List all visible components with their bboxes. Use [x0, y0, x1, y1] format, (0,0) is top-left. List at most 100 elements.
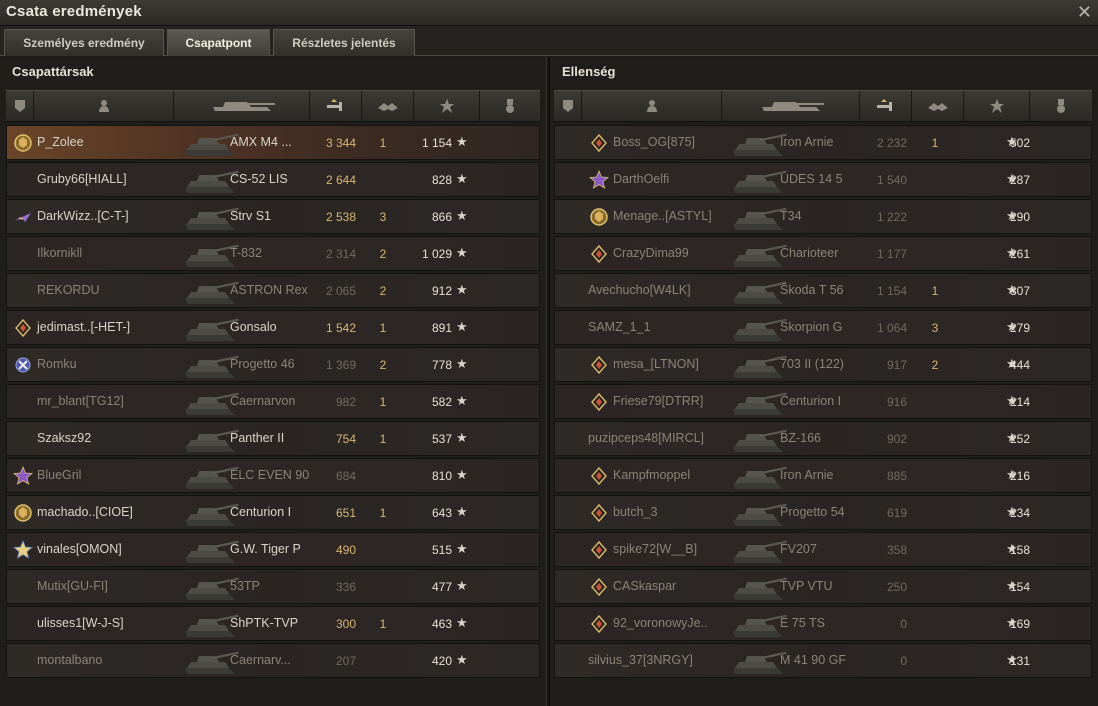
table-row[interactable]: Gruby66[HIALL] CS-52 LIS 2 644 828 ★	[6, 162, 540, 197]
platoon-column-header[interactable]	[6, 91, 34, 121]
damage-value: 336	[335, 580, 356, 594]
player-name: spike72[W__B]	[613, 542, 698, 556]
table-row[interactable]: Menage..[ASTYL] T34 1 222 290 ★	[554, 199, 1092, 234]
table-row[interactable]: Ilkornikll T-832 2 314 2 1 029 ★	[6, 236, 540, 271]
table-row[interactable]: P_Zolee AMX M4 ... 3 344 1 1 154 ★	[6, 125, 540, 160]
xp-star-icon: ★	[456, 615, 468, 630]
purple-star-icon	[588, 169, 610, 190]
table-row[interactable]: BlueGril ELC EVEN 90 684 810 ★	[6, 458, 540, 493]
frags-column-header[interactable]	[912, 91, 964, 121]
table-row[interactable]: CASkaspar TVP VTU 250 154 ★	[554, 569, 1092, 604]
table-row[interactable]: Friese79[DTRR] Centurion I 916 214 ★	[554, 384, 1092, 419]
vehicle-icon	[761, 102, 824, 111]
xp-star-icon: ★	[456, 541, 468, 556]
damage-column-header[interactable]	[310, 91, 362, 121]
table-row[interactable]: montalbano Caernarv... 207 420 ★	[6, 643, 540, 678]
xp-star-icon: ★	[1006, 430, 1018, 445]
table-row[interactable]: Romku Progetto 46 1 369 2 778 ★	[6, 347, 540, 382]
table-row[interactable]: mesa_[LTNON] 703 II (122) 917 2 444 ★	[554, 347, 1092, 382]
damage-icon	[326, 99, 342, 111]
xp-value: 290	[1009, 210, 1030, 224]
allies-panel: Csapattársak P_Zolee AMX M4 ... 3 344 1 1 15…	[0, 57, 546, 706]
damage-column-header[interactable]	[860, 91, 912, 121]
kills-value: 2	[379, 284, 387, 298]
player-name: Mutix[GU-FI]	[37, 579, 108, 593]
medal-column-header[interactable]	[1030, 91, 1092, 121]
frags-column-header[interactable]	[362, 91, 414, 121]
vehicle-name: BZ-166	[780, 431, 821, 445]
table-row[interactable]: Kampfmoppel Iron Arnie 885 216 ★	[554, 458, 1092, 493]
vehicle-name: UDES 14 5	[780, 172, 843, 186]
xp-value: 643	[431, 506, 452, 520]
table-row[interactable]: mr_blant[TG12] Caernarvon 982 1 582 ★	[6, 384, 540, 419]
player-name: P_Zolee	[37, 135, 84, 149]
damage-value: 1 222	[876, 210, 907, 224]
vehicle-name: Iron Arnie	[780, 468, 834, 482]
tab-personal-result[interactable]: Személyes eredmény	[4, 29, 164, 56]
table-row[interactable]: Mutix[GU-FI] 53TP 336 477 ★	[6, 569, 540, 604]
table-row[interactable]: Avechucho[W4LK] Škoda T 56 1 154 1 307 ★	[554, 273, 1092, 308]
player-name: ulisses1[W-J-S]	[37, 616, 124, 630]
table-row[interactable]: jedimast..[-HET-] Gonsalo 1 542 1 891 ★	[6, 310, 540, 345]
player-name: mr_blant[TG12]	[37, 394, 124, 408]
vehicle-name: M 41 90 GF	[780, 653, 846, 667]
tab-detailed-report[interactable]: Részletes jelentés	[273, 29, 415, 56]
xp-star-icon	[439, 99, 454, 113]
player-name: mesa_[LTNON]	[613, 357, 699, 371]
close-icon[interactable]: ✕	[1077, 2, 1092, 23]
xp-column-header[interactable]	[964, 91, 1030, 121]
xp-star-icon: ★	[1006, 356, 1018, 371]
damage-value: 1 542	[325, 321, 356, 335]
damage-value: 885	[886, 469, 907, 483]
table-row[interactable]: Boss_OG[875] Iron Arnie 2 232 1 502 ★	[554, 125, 1092, 160]
diamond-icon	[589, 355, 609, 375]
vehicle-column-header[interactable]	[722, 91, 860, 121]
xp-column-header[interactable]	[414, 91, 480, 121]
table-row[interactable]: ulisses1[W-J-S] ShPTK-TVP 300 1 463 ★	[6, 606, 540, 641]
diamond-icon	[589, 244, 609, 264]
xp-value: 216	[1009, 469, 1030, 483]
tab-bar: Személyes eredmény Csapatpont Részletes …	[0, 26, 1098, 56]
diamond-icon	[589, 392, 609, 412]
damage-value: 250	[886, 580, 907, 594]
damage-value: 0	[900, 654, 907, 668]
player-name: CrazyDima99	[613, 246, 689, 260]
vehicle-name: Charioteer	[780, 246, 839, 260]
table-row[interactable]: DarthOelfi UDES 14 5 1 540 287 ★	[554, 162, 1092, 197]
xp-value: 866	[431, 210, 452, 224]
player-name: DarkWizz..[C-T-]	[37, 209, 129, 223]
vehicle-name: Centurion I	[780, 394, 842, 408]
player-name: DarthOelfi	[613, 172, 670, 186]
allies-list: P_Zolee AMX M4 ... 3 344 1 1 154 ★ Gruby66[HIA…	[6, 125, 540, 680]
tab-team-score[interactable]: Csapatpont	[167, 29, 270, 56]
table-row[interactable]: vinales[OMON] G.W. Tiger P 490 515 ★	[6, 532, 540, 567]
damage-value: 916	[886, 395, 907, 409]
table-row[interactable]: Szaksz92 Panther II 754 1 537 ★	[6, 421, 540, 456]
damage-value: 754	[335, 432, 356, 446]
table-row[interactable]: spike72[W__B] FV207 358 158 ★	[554, 532, 1092, 567]
table-row[interactable]: butch_3 Progetto 54 619 234 ★	[554, 495, 1092, 530]
kills-value: 1	[379, 395, 387, 409]
damage-value: 982	[335, 395, 356, 409]
player-column-header[interactable]	[582, 91, 722, 121]
player-name: machado..[CIOE]	[37, 505, 133, 519]
xp-star-icon: ★	[1006, 467, 1018, 482]
table-row[interactable]: silvius_37[3NRGY] M 41 90 GF 0 131 ★	[554, 643, 1092, 678]
player-name: vinales[OMON]	[37, 542, 122, 556]
table-row[interactable]: 92_voronowyJe.. E 75 TS 0 169 ★	[554, 606, 1092, 641]
table-row[interactable]: machado..[CIOE] Centurion I 651 1 643 ★	[6, 495, 540, 530]
platoon-column-header[interactable]	[554, 91, 582, 121]
vehicle-column-header[interactable]	[174, 91, 310, 121]
table-row[interactable]: puzipceps48[MIRCL] BZ-166 902 252 ★	[554, 421, 1092, 456]
xp-star-icon: ★	[1006, 134, 1018, 149]
table-row[interactable]: SAMZ_1_1 Skorpion G 1 064 3 279 ★	[554, 310, 1092, 345]
medal-column-header[interactable]	[480, 91, 540, 121]
table-row[interactable]: DarkWizz..[C-T-] Strv S1 2 538 3 866 ★	[6, 199, 540, 234]
player-column-header[interactable]	[34, 91, 174, 121]
xp-value: 154	[1009, 580, 1030, 594]
table-row[interactable]: REKORDU ASTRON Rex 2 065 2 912 ★	[6, 273, 540, 308]
frags-icon	[927, 103, 948, 111]
table-row[interactable]: CrazyDima99 Charioteer 1 177 261 ★	[554, 236, 1092, 271]
xp-value: 463	[431, 617, 452, 631]
vehicle-name: FV207	[780, 542, 817, 556]
